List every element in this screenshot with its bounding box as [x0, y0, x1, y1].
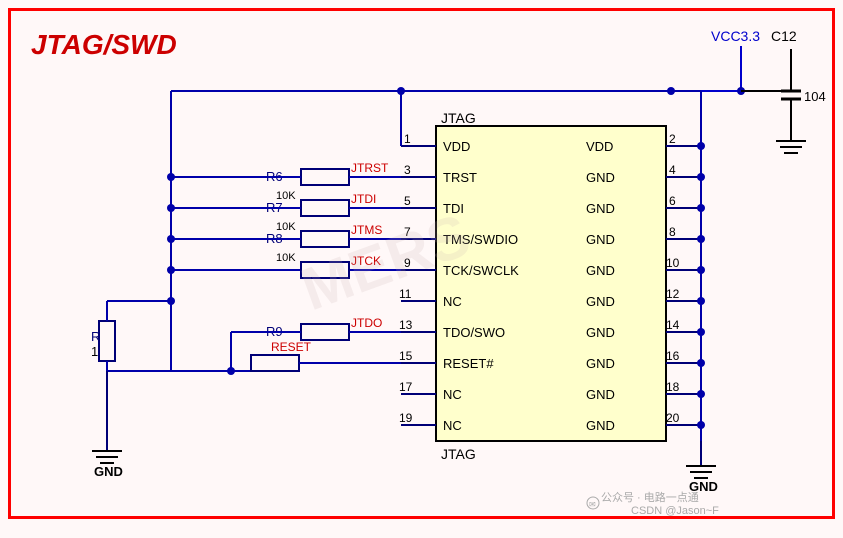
svg-text:GND: GND: [586, 201, 615, 216]
svg-text:JTDO: JTDO: [351, 316, 382, 330]
svg-text:R8: R8: [266, 231, 283, 246]
svg-text:5: 5: [404, 194, 411, 208]
svg-text:4: 4: [669, 163, 676, 177]
svg-text:RESET#: RESET#: [443, 356, 494, 371]
ic-top-label: JTAG: [441, 110, 476, 126]
svg-text:VDD: VDD: [443, 139, 470, 154]
c12-label: C12: [771, 28, 797, 44]
svg-text:✉: ✉: [589, 500, 596, 509]
svg-text:JTDI: JTDI: [351, 192, 376, 206]
svg-text:19: 19: [399, 411, 413, 425]
svg-text:3: 3: [404, 163, 411, 177]
svg-text:12: 12: [666, 287, 680, 301]
svg-text:R6: R6: [266, 169, 283, 184]
ic-bottom-label: JTAG: [441, 446, 476, 462]
svg-text:JTRST: JTRST: [351, 161, 389, 175]
svg-text:R7: R7: [266, 200, 283, 215]
svg-text:CSDN @Jason~F: CSDN @Jason~F: [631, 505, 719, 517]
svg-text:20: 20: [666, 411, 680, 425]
vcc-label: VCC3.3: [711, 28, 760, 44]
svg-text:GND: GND: [586, 294, 615, 309]
svg-text:TMS/SWDIO: TMS/SWDIO: [443, 232, 518, 247]
svg-text:TDI: TDI: [443, 201, 464, 216]
svg-text:11: 11: [399, 287, 412, 301]
svg-text:6: 6: [669, 194, 676, 208]
svg-text:10K: 10K: [91, 344, 114, 359]
svg-text:R9: R9: [266, 324, 283, 339]
svg-text:NC: NC: [443, 387, 462, 402]
page-title: JTAG/SWD: [31, 29, 177, 61]
svg-text:16: 16: [666, 349, 680, 363]
svg-text:GND: GND: [586, 170, 615, 185]
svg-text:1: 1: [404, 132, 411, 146]
svg-text:14: 14: [666, 318, 680, 332]
svg-text:JTCK: JTCK: [351, 254, 381, 268]
svg-text:GND: GND: [586, 418, 615, 433]
svg-text:8: 8: [669, 225, 676, 239]
svg-text:VDD: VDD: [586, 139, 613, 154]
cap-value: 104: [804, 89, 826, 104]
svg-text:GND: GND: [586, 325, 615, 340]
svg-text:2: 2: [669, 132, 676, 146]
svg-text:MERS: MERS: [293, 201, 479, 323]
svg-text:10K: 10K: [276, 190, 296, 202]
svg-text:GND: GND: [586, 356, 615, 371]
svg-text:GND: GND: [586, 263, 615, 278]
outer-border: JTAG/SWD VCC3.3 C12 104 JTAG JTAG: [8, 8, 835, 519]
svg-text:13: 13: [399, 318, 413, 332]
svg-text:10K: 10K: [276, 252, 296, 264]
svg-text:7: 7: [404, 225, 411, 239]
svg-text:RESET: RESET: [271, 340, 312, 354]
svg-text:NC: NC: [443, 418, 462, 433]
svg-text:TRST: TRST: [443, 170, 477, 185]
svg-text:公众号 · 电路一点通: 公众号 · 电路一点通: [601, 491, 699, 504]
schematic-diagram: VCC3.3 C12 104 JTAG JTAG VDD TRST: [11, 11, 843, 538]
svg-text:GND: GND: [689, 479, 718, 494]
svg-text:GND: GND: [94, 464, 123, 479]
svg-text:TCK/SWCLK: TCK/SWCLK: [443, 263, 519, 278]
svg-text:15: 15: [399, 349, 413, 363]
svg-text:10: 10: [666, 256, 680, 270]
svg-text:9: 9: [404, 256, 411, 270]
svg-text:JTMS: JTMS: [351, 223, 382, 237]
svg-text:TDO/SWO: TDO/SWO: [443, 325, 505, 340]
svg-text:NC: NC: [443, 294, 462, 309]
svg-text:17: 17: [399, 380, 413, 394]
svg-text:GND: GND: [586, 387, 615, 402]
svg-text:GND: GND: [586, 232, 615, 247]
svg-text:R10: R10: [91, 329, 115, 344]
svg-text:10K: 10K: [276, 221, 296, 233]
svg-text:18: 18: [666, 380, 680, 394]
